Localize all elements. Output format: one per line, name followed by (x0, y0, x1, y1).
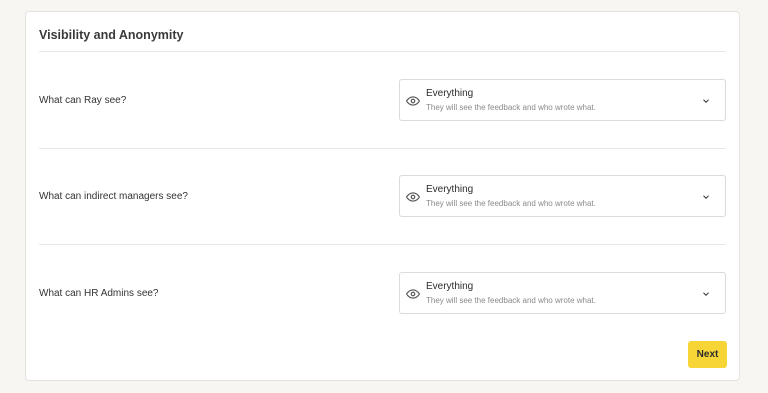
visibility-card: Visibility and Anonymity What can Ray se… (25, 11, 740, 381)
hr-admins-visibility-select[interactable]: Everything They will see the feedback an… (399, 272, 726, 314)
indirect-managers-visibility-select[interactable]: Everything They will see the feedback an… (399, 175, 726, 217)
eye-icon (406, 96, 420, 106)
eye-icon (406, 289, 420, 299)
selected-value: Everything (426, 88, 474, 99)
selected-description: They will see the feedback and who wrote… (426, 296, 596, 305)
divider (39, 51, 726, 52)
question-hr-admins: What can HR Admins see? (39, 288, 159, 299)
section-title: Visibility and Anonymity (39, 28, 184, 42)
ray-visibility-select[interactable]: Everything They will see the feedback an… (399, 79, 726, 121)
selected-description: They will see the feedback and who wrote… (426, 199, 596, 208)
chevron-down-icon[interactable] (701, 96, 711, 106)
chevron-down-icon[interactable] (701, 192, 711, 202)
selected-value: Everything (426, 184, 474, 195)
eye-icon (406, 192, 420, 202)
question-ray: What can Ray see? (39, 95, 127, 106)
chevron-down-icon[interactable] (701, 289, 711, 299)
next-button[interactable]: Next (688, 341, 727, 368)
question-indirect-managers: What can indirect managers see? (39, 191, 188, 202)
divider (39, 244, 726, 245)
selected-description: They will see the feedback and who wrote… (426, 103, 596, 112)
selected-value: Everything (426, 281, 474, 292)
divider (39, 148, 726, 149)
